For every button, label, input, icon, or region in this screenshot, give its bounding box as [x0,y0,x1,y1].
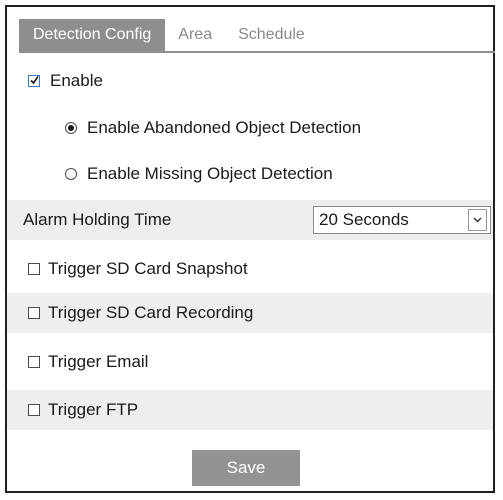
save-button[interactable]: Save [192,450,300,486]
abandoned-object-radio[interactable] [65,122,77,134]
detection-config-panel: Detection Config Area Schedule Enable En… [5,5,495,493]
alarm-holding-time-label: Alarm Holding Time [23,210,172,229]
tab-bar: Detection Config Area Schedule [19,19,318,51]
trigger-recording-row: Trigger SD Card Recording [7,293,493,333]
trigger-ftp-row: Trigger FTP [7,390,493,430]
tab-area[interactable]: Area [165,19,225,51]
trigger-recording-label: Trigger SD Card Recording [48,303,254,322]
enable-row: Enable [7,62,493,100]
trigger-snapshot-label: Trigger SD Card Snapshot [48,259,248,278]
missing-object-radio[interactable] [65,168,77,180]
trigger-ftp-checkbox[interactable] [28,404,40,416]
enable-checkbox[interactable] [28,75,40,87]
trigger-snapshot-row: Trigger SD Card Snapshot [7,249,493,289]
chevron-down-icon [473,217,482,223]
tab-label: Area [178,26,213,43]
abandoned-object-label: Enable Abandoned Object Detection [87,118,362,137]
missing-object-option: Enable Missing Object Detection [7,155,493,193]
trigger-snapshot-checkbox[interactable] [28,263,40,275]
tab-detection-config[interactable]: Detection Config [19,19,166,51]
enable-label: Enable [50,71,103,90]
trigger-email-label: Trigger Email [48,352,149,371]
trigger-ftp-label: Trigger FTP [48,400,139,419]
tab-schedule[interactable]: Schedule [225,19,318,51]
alarm-holding-time-row: Alarm Holding Time 20 Seconds [7,200,493,240]
tab-label: Schedule [238,26,305,43]
save-button-label: Save [226,458,266,477]
tab-label: Detection Config [33,26,152,43]
trigger-recording-checkbox[interactable] [28,307,40,319]
checkmark-icon [30,76,39,85]
trigger-email-checkbox[interactable] [28,356,40,368]
missing-object-label: Enable Missing Object Detection [87,164,333,183]
abandoned-object-option: Enable Abandoned Object Detection [7,109,493,147]
tab-underline [19,51,495,53]
alarm-holding-time-value: 20 Seconds [319,210,409,229]
alarm-holding-time-select[interactable]: 20 Seconds [313,206,491,234]
radio-selected-dot [68,125,74,131]
trigger-email-row: Trigger Email [7,342,493,382]
dropdown-button[interactable] [468,209,487,231]
